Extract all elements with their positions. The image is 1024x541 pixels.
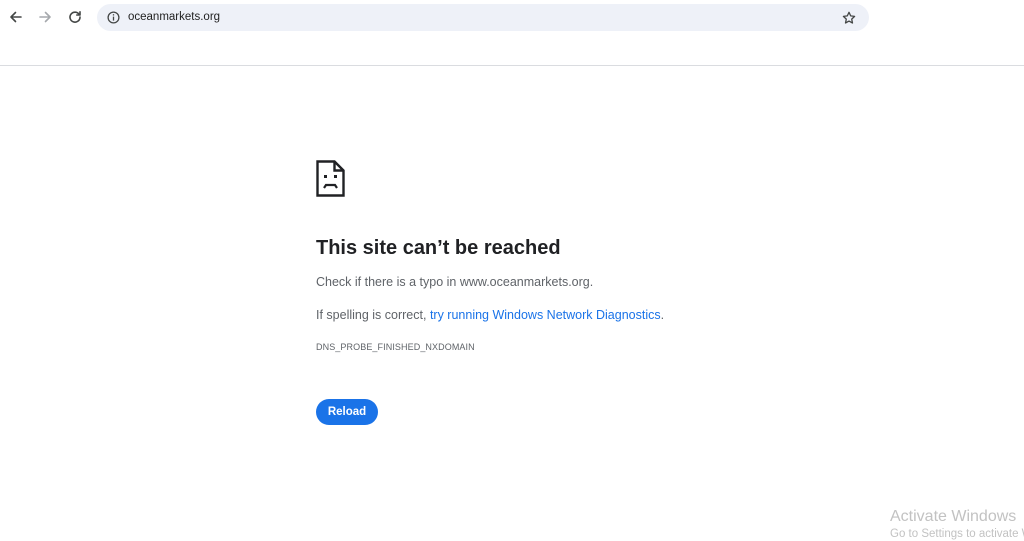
address-bar[interactable]: oceanmarkets.org	[97, 4, 869, 31]
site-info-button[interactable]	[105, 9, 122, 26]
network-diagnostics-link[interactable]: try running Windows Network Diagnostics	[430, 308, 661, 322]
spelling-message-prefix: If spelling is correct,	[316, 308, 427, 322]
browser-toolbar: oceanmarkets.org	[0, 0, 1024, 36]
forward-button[interactable]	[33, 5, 57, 29]
spelling-message-suffix: .	[660, 308, 665, 322]
activation-watermark: Activate Windows Go to Settings to activ…	[890, 507, 1024, 541]
error-title: This site can’t be reached	[316, 237, 561, 259]
star-outline-icon	[842, 11, 855, 24]
arrow-right-icon	[39, 11, 51, 23]
back-button[interactable]	[4, 5, 28, 29]
reload-page-button[interactable]	[63, 5, 87, 29]
bookmark-button[interactable]	[840, 9, 857, 26]
arrow-left-icon	[10, 11, 22, 23]
reload-icon	[69, 11, 81, 23]
info-circle-icon	[107, 11, 120, 24]
error-code: DNS_PROBE_FINISHED_NXDOMAIN	[316, 342, 475, 352]
url-text[interactable]: oceanmarkets.org	[128, 10, 220, 25]
spelling-message: If spelling is correct, try running Wind…	[316, 307, 664, 323]
sad-document-icon	[316, 160, 345, 197]
toolbar-divider	[0, 65, 1024, 66]
reload-button[interactable]: Reload	[316, 399, 378, 425]
typo-message: Check if there is a typo in www.oceanmar…	[316, 275, 594, 289]
watermark-title: Activate Windows	[890, 508, 1017, 525]
